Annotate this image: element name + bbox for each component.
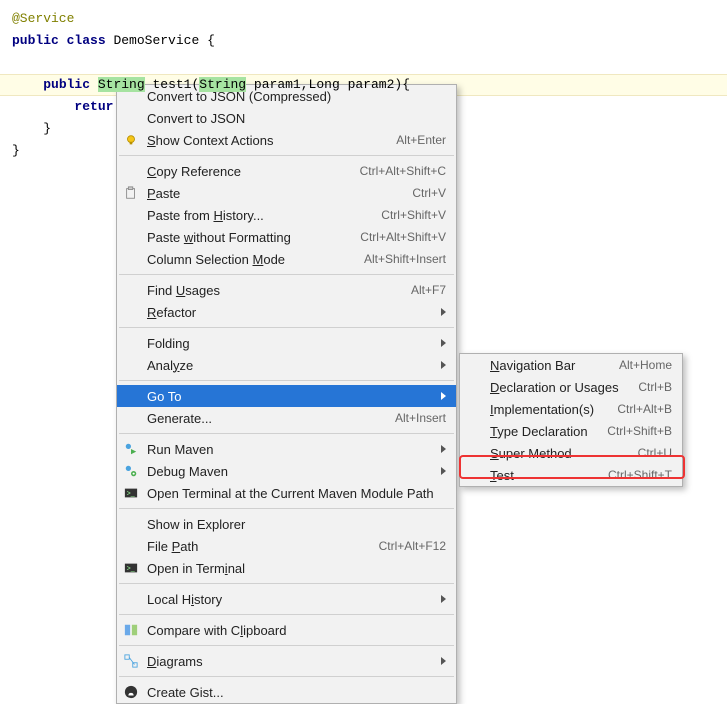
- menu-shortcut: Ctrl+Alt+B: [617, 402, 672, 416]
- paste-icon: [123, 185, 139, 201]
- submenu-arrow-icon: [441, 308, 446, 316]
- menu-item-label: Show in Explorer: [147, 517, 446, 532]
- terminal-icon: >_: [123, 485, 139, 501]
- menu-item-label: Paste without Formatting: [147, 230, 360, 245]
- menu-shortcut: Alt+Shift+Insert: [364, 252, 446, 266]
- menu-shortcut: Ctrl+Shift+B: [607, 424, 672, 438]
- annotation: @Service: [12, 11, 74, 26]
- menu-shortcut: Ctrl+U: [638, 446, 672, 460]
- menu-item-label: Analyze: [147, 358, 435, 373]
- menu-shortcut: Alt+Insert: [395, 411, 446, 425]
- code-editor[interactable]: @Service public class DemoService { publ…: [0, 0, 727, 162]
- menu-item-label: Diagrams: [147, 654, 435, 669]
- submenu-arrow-icon: [441, 445, 446, 453]
- menu-item-paste-from-history[interactable]: Paste from History...Ctrl+Shift+V: [117, 204, 456, 226]
- menu-shortcut: Alt+Home: [619, 358, 672, 372]
- menu-item-label: Create Gist...: [147, 685, 446, 700]
- menu-item-label: Run Maven: [147, 442, 435, 457]
- menu-item-file-path[interactable]: File PathCtrl+Alt+F12: [117, 535, 456, 557]
- submenu-item-implementation-s[interactable]: Implementation(s)Ctrl+Alt+B: [460, 398, 682, 420]
- menu-separator: [119, 583, 454, 584]
- menu-item-open-terminal-at-the-current-maven-module-path[interactable]: >_ Open Terminal at the Current Maven Mod…: [117, 482, 456, 504]
- menu-shortcut: Ctrl+Shift+T: [608, 468, 672, 482]
- submenu-arrow-icon: [441, 361, 446, 369]
- menu-item-open-in-terminal[interactable]: >_ Open in Terminal: [117, 557, 456, 579]
- menu-item-find-usages[interactable]: Find UsagesAlt+F7: [117, 279, 456, 301]
- menu-shortcut: Ctrl+Alt+Shift+C: [360, 164, 446, 178]
- menu-item-label: Generate...: [147, 411, 395, 426]
- menu-item-create-gist[interactable]: Create Gist...: [117, 681, 456, 703]
- menu-item-local-history[interactable]: Local History: [117, 588, 456, 610]
- menu-item-generate[interactable]: Generate...Alt+Insert: [117, 407, 456, 429]
- goto-submenu: Navigation BarAlt+HomeDeclaration or Usa…: [459, 353, 683, 487]
- menu-item-label: Implementation(s): [490, 402, 617, 417]
- menu-item-label: Debug Maven: [147, 464, 435, 479]
- menu-shortcut: Ctrl+Shift+V: [381, 208, 446, 222]
- submenu-item-declaration-or-usages[interactable]: Declaration or UsagesCtrl+B: [460, 376, 682, 398]
- menu-shortcut: Ctrl+Alt+Shift+V: [360, 230, 446, 244]
- menu-item-analyze[interactable]: Analyze: [117, 354, 456, 376]
- submenu-arrow-icon: [441, 595, 446, 603]
- menu-separator: [119, 327, 454, 328]
- menu-shortcut: Ctrl+Alt+F12: [379, 539, 446, 553]
- github-icon: [123, 684, 139, 700]
- menu-item-paste[interactable]: PasteCtrl+V: [117, 182, 456, 204]
- submenu-arrow-icon: [441, 339, 446, 347]
- menu-item-debug-maven[interactable]: Debug Maven: [117, 460, 456, 482]
- menu-item-run-maven[interactable]: Run Maven: [117, 438, 456, 460]
- menu-item-label: Type Declaration: [490, 424, 607, 439]
- menu-item-copy-reference[interactable]: Copy ReferenceCtrl+Alt+Shift+C: [117, 160, 456, 182]
- menu-item-label: Declaration or Usages: [490, 380, 638, 395]
- maven-run-icon: [123, 441, 139, 457]
- menu-item-label: Super Method: [490, 446, 638, 461]
- submenu-item-test[interactable]: TestCtrl+Shift+T: [460, 464, 682, 486]
- menu-item-label: Go To: [147, 389, 435, 404]
- menu-separator: [119, 380, 454, 381]
- menu-shortcut: Ctrl+B: [638, 380, 672, 394]
- menu-separator: [119, 676, 454, 677]
- menu-separator: [119, 274, 454, 275]
- menu-separator: [119, 508, 454, 509]
- menu-item-label: Column Selection Mode: [147, 252, 364, 267]
- menu-item-label: File Path: [147, 539, 379, 554]
- menu-item-paste-without-formatting[interactable]: Paste without FormattingCtrl+Alt+Shift+V: [117, 226, 456, 248]
- diagram-icon: [123, 653, 139, 669]
- menu-item-column-selection-mode[interactable]: Column Selection ModeAlt+Shift+Insert: [117, 248, 456, 270]
- compare-icon: [123, 622, 139, 638]
- menu-item-label: Compare with Clipboard: [147, 623, 446, 638]
- svg-text:>_: >_: [127, 491, 135, 498]
- terminal2-icon: >_: [123, 560, 139, 576]
- menu-item-label: Open Terminal at the Current Maven Modul…: [147, 486, 446, 501]
- menu-separator: [119, 433, 454, 434]
- menu-item-go-to[interactable]: Go To: [117, 385, 456, 407]
- menu-separator: [119, 614, 454, 615]
- svg-text:>_: >_: [127, 566, 135, 573]
- context-menu: Convert to JSON (Compressed)Convert to J…: [116, 84, 457, 704]
- menu-item-diagrams[interactable]: Diagrams: [117, 650, 456, 672]
- menu-item-label: Paste: [147, 186, 412, 201]
- menu-item-label: Local History: [147, 592, 435, 607]
- menu-item-label: Test: [490, 468, 608, 483]
- submenu-arrow-icon: [441, 657, 446, 665]
- menu-shortcut: Alt+F7: [411, 283, 446, 297]
- menu-item-refactor[interactable]: Refactor: [117, 301, 456, 323]
- menu-item-label: Open in Terminal: [147, 561, 446, 576]
- submenu-arrow-icon: [441, 467, 446, 475]
- menu-item-label: Find Usages: [147, 283, 411, 298]
- menu-item-label: Refactor: [147, 305, 435, 320]
- menu-item-label: Navigation Bar: [490, 358, 619, 373]
- maven-debug-icon: [123, 463, 139, 479]
- submenu-arrow-icon: [441, 392, 446, 400]
- menu-shortcut: Ctrl+V: [412, 186, 446, 200]
- menu-item-compare-with-clipboard[interactable]: Compare with Clipboard: [117, 619, 456, 641]
- menu-item-label: Folding: [147, 336, 435, 351]
- submenu-item-type-declaration[interactable]: Type DeclarationCtrl+Shift+B: [460, 420, 682, 442]
- menu-item-label: Copy Reference: [147, 164, 360, 179]
- menu-item-label: Paste from History...: [147, 208, 381, 223]
- submenu-item-super-method[interactable]: Super MethodCtrl+U: [460, 442, 682, 464]
- menu-item-folding[interactable]: Folding: [117, 332, 456, 354]
- menu-item-show-in-explorer[interactable]: Show in Explorer: [117, 513, 456, 535]
- submenu-item-navigation-bar[interactable]: Navigation BarAlt+Home: [460, 354, 682, 376]
- menu-separator: [119, 645, 454, 646]
